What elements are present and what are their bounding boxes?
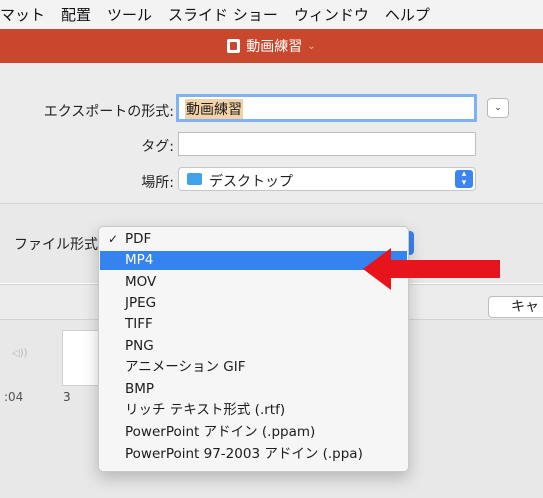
folder-icon: [187, 173, 202, 185]
cancel-button[interactable]: キャ: [488, 296, 543, 318]
menu-item-bmp[interactable]: BMP: [100, 380, 407, 399]
menu-item-mov[interactable]: MOV: [100, 273, 407, 292]
arrow-shape: [363, 248, 500, 290]
chevron-down-icon[interactable]: ⌄: [307, 41, 315, 52]
menu-item-ppam[interactable]: PowerPoint アドイン (.ppam): [100, 423, 407, 442]
window-titlebar: 動画練習 ⌄: [0, 29, 543, 63]
menu-item-label: アニメーション GIF: [125, 359, 246, 375]
menu-item-label: BMP: [125, 381, 155, 397]
file-format-label: ファイル形式: [14, 237, 98, 253]
annotation-arrow-icon: [363, 248, 500, 290]
cancel-button-label: キャ: [511, 299, 539, 315]
menu-item-ppa[interactable]: PowerPoint 97-2003 アドイン (.ppa): [100, 445, 407, 464]
expand-dialog-button[interactable]: ⌄: [487, 98, 509, 118]
menu-item-label: MP4: [125, 252, 154, 268]
menu-item-png[interactable]: PNG: [100, 337, 407, 356]
menu-item-label: PNG: [125, 338, 154, 354]
export-as-value: 動画練習: [185, 99, 243, 119]
menu-item-tiff[interactable]: TIFF: [100, 315, 407, 334]
timing-label: :04: [4, 390, 24, 404]
menu-item-animated-gif[interactable]: アニメーション GIF: [100, 358, 407, 377]
menu-slideshow[interactable]: スライド ショー: [168, 4, 278, 25]
menu-window[interactable]: ウィンドウ: [294, 4, 369, 25]
slide-thumbnail[interactable]: [62, 330, 102, 386]
checkmark-icon: ✓: [108, 232, 119, 246]
menu-item-mp4[interactable]: MP4: [100, 251, 407, 270]
tags-label: タグ:: [141, 139, 174, 155]
menu-item-label: JPEG: [125, 295, 157, 311]
export-sheet: エクスポートの形式: 動画練習 ⌄ タグ: 場所: デスクトップ ▴ ▾: [0, 63, 543, 203]
menu-item-pdf[interactable]: ✓ PDF: [100, 230, 407, 249]
chevron-down-icon: ⌄: [494, 103, 502, 113]
up-down-stepper-icon: ▴ ▾: [455, 170, 473, 188]
menu-help[interactable]: ヘルプ: [385, 4, 430, 25]
menu-arrange[interactable]: 配置: [61, 4, 91, 25]
menu-item-label: PowerPoint 97-2003 アドイン (.ppa): [125, 446, 363, 462]
speaker-icon: ◁)): [12, 348, 28, 359]
menu-item-label: リッチ テキスト形式 (.rtf): [125, 402, 286, 418]
menu-item-label: PDF: [125, 231, 152, 247]
menu-item-label: MOV: [125, 274, 157, 290]
export-as-label: エクスポートの形式:: [43, 104, 174, 120]
app-menubar: マット 配置 ツール スライド ショー ウィンドウ ヘルプ: [0, 0, 543, 29]
export-as-field[interactable]: 動画練習: [176, 94, 477, 122]
menu-item-label: PowerPoint アドイン (.ppam): [125, 424, 316, 440]
window-title: 動画練習: [246, 39, 303, 55]
where-popup[interactable]: デスクトップ ▴ ▾: [178, 167, 476, 191]
where-value: デスクトップ: [209, 174, 293, 190]
menu-item-jpeg[interactable]: JPEG: [100, 294, 407, 313]
menu-item-label: TIFF: [125, 316, 153, 332]
menu-format[interactable]: マット: [0, 4, 45, 25]
menu-item-rtf[interactable]: リッチ テキスト形式 (.rtf): [100, 401, 407, 420]
slide-number: 3: [63, 390, 71, 404]
tags-field[interactable]: [178, 132, 476, 156]
menu-tools[interactable]: ツール: [107, 4, 152, 25]
where-label: 場所:: [141, 175, 174, 191]
powerpoint-document-icon: [227, 39, 241, 53]
